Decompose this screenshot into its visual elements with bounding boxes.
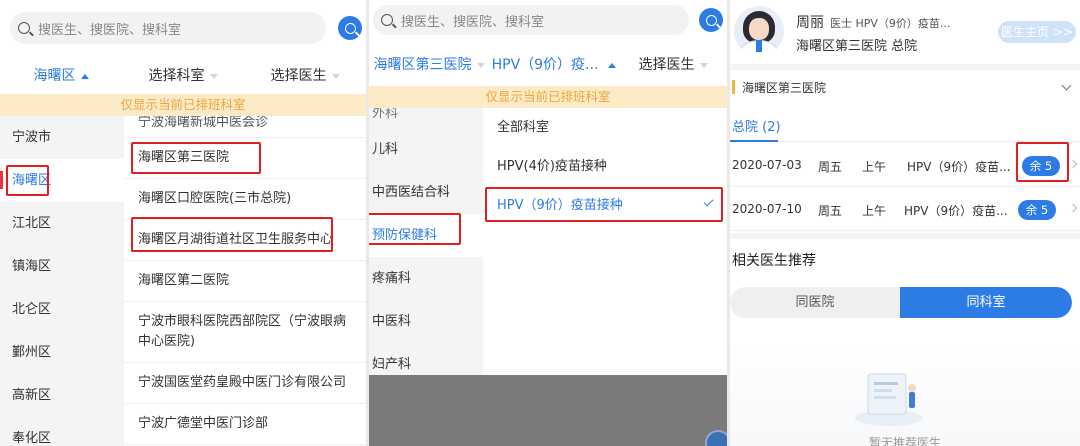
doctor-filter[interactable]: 选择医生 bbox=[619, 54, 727, 74]
hospital-item[interactable]: 宁波市眼科医院西部院区（宁波眼病中心医院) bbox=[124, 302, 366, 363]
hospital-dropdown[interactable]: 海曙区第三医院 bbox=[730, 70, 1080, 106]
same-hospital-tab[interactable]: 同医院 bbox=[730, 287, 900, 318]
highlight-box bbox=[1016, 142, 1069, 182]
dept-filter[interactable]: HPV（9价）疫... bbox=[489, 54, 619, 74]
caret-down-icon bbox=[331, 73, 340, 79]
dept-filter-label: HPV（9价）疫... bbox=[491, 57, 599, 73]
schedule-notice: 仅显示当前已排班科室 bbox=[0, 94, 366, 116]
doctor-filter[interactable]: 选择医生 bbox=[244, 65, 366, 85]
search-icon bbox=[705, 14, 717, 26]
subdepartment-item[interactable]: HPV(4价)疫苗接种 bbox=[483, 147, 727, 186]
filter-bar: 海曙区 选择科室 选择医生 bbox=[0, 56, 366, 94]
slot-item: HPV（9价）疫苗... bbox=[907, 160, 1011, 174]
slot-date: 2020-07-03 bbox=[732, 158, 802, 172]
caret-up-icon bbox=[80, 73, 89, 79]
hospital-dropdown-label: 海曙区第三医院 bbox=[742, 81, 827, 95]
filter-bar: 海曙区第三医院 HPV（9价）疫... 选择医生 bbox=[369, 45, 727, 83]
hospital-item[interactable]: 海曙区口腔医院(三市总院) bbox=[124, 179, 366, 220]
search-input[interactable]: 搜医生、搜医院、搜科室 bbox=[373, 5, 689, 35]
department-item[interactable]: 儿科 bbox=[369, 128, 483, 171]
recommend-title: 相关医生推荐 bbox=[732, 253, 816, 269]
highlight-box bbox=[485, 187, 723, 222]
panel-district-hospital-select: 搜医生、搜医院、搜科室 海曙区 选择科室 选择医生 仅显示当前已排班科室 宁波市… bbox=[0, 0, 366, 446]
district-filter[interactable]: 海曙区 bbox=[0, 65, 122, 85]
doctor-avatar bbox=[734, 6, 784, 56]
panel-doctor-schedule: 周丽 医士 HPV（9价）疫苗... 海曙区第三医院 总院 医生主页 >> 海曙区… bbox=[730, 0, 1080, 446]
empty-text: 暂无推荐医生 bbox=[868, 436, 941, 446]
hospital-item[interactable]: 宁波国医堂药皇殿中医门诊有限公司 bbox=[124, 363, 366, 404]
doctor-hospital: 海曙区第三医院 总院 bbox=[796, 39, 918, 54]
chevron-down-icon bbox=[1061, 80, 1072, 91]
district-item[interactable]: 北仑区 bbox=[0, 288, 124, 331]
search-input[interactable]: 搜医生、搜医院、搜科室 bbox=[10, 12, 326, 44]
same-dept-tab[interactable]: 同科室 bbox=[900, 287, 1072, 318]
search-row: 搜医生、搜医院、搜科室 bbox=[373, 5, 723, 39]
department-item[interactable]: 疼痛科 bbox=[369, 257, 483, 300]
search-row: 搜医生、搜医院、搜科室 bbox=[10, 12, 362, 46]
doctor-home-button[interactable]: 医生主页 >> bbox=[998, 21, 1076, 43]
department-item[interactable]: 中医科 bbox=[369, 300, 483, 343]
doctor-title: 医士 HPV（9价）疫苗... bbox=[830, 17, 951, 30]
department-item[interactable]: 中西医结合科 bbox=[369, 171, 483, 214]
district-item[interactable]: 鄞州区 bbox=[0, 331, 124, 374]
floating-assistant-icon[interactable] bbox=[705, 430, 727, 446]
highlight-box bbox=[131, 142, 261, 174]
district-item[interactable]: 江北区 bbox=[0, 202, 124, 245]
doctor-filter-label: 选择医生 bbox=[638, 57, 695, 73]
caret-down-icon bbox=[476, 62, 485, 68]
hospital-item[interactable]: 宁波海曙新城中医会诊 bbox=[124, 116, 366, 138]
dept-filter[interactable]: 选择科室 bbox=[122, 65, 244, 85]
slot-item: HPV（9价）疫苗... bbox=[904, 204, 1008, 218]
remaining-badge[interactable]: 余 5 bbox=[1018, 200, 1056, 220]
slot-weekday: 周五 bbox=[818, 160, 843, 174]
dept-filter-label: 选择科室 bbox=[148, 68, 205, 84]
hospital-item[interactable]: 海曙区第二医院 bbox=[124, 261, 366, 302]
search-icon bbox=[381, 14, 393, 26]
hospital-filter[interactable]: 海曙区第三医院 bbox=[369, 54, 489, 74]
subdepartment-item[interactable]: 全部科室 bbox=[483, 108, 727, 147]
doctor-name: 周丽 bbox=[796, 15, 824, 31]
doctor-name-line: 周丽 医士 HPV（9价）疫苗... bbox=[796, 12, 950, 32]
slot-period: 上午 bbox=[862, 204, 887, 218]
panel-department-select: 搜医生、搜医院、搜科室 海曙区第三医院 HPV（9价）疫... 选择医生 仅显示… bbox=[369, 0, 727, 446]
search-icon bbox=[344, 22, 356, 34]
tab-main-campus[interactable]: 总院 (2) bbox=[732, 116, 781, 135]
highlight-box bbox=[6, 165, 49, 196]
campus-tabs: 总院 (2) bbox=[730, 110, 1080, 142]
search-button[interactable] bbox=[338, 16, 362, 40]
department-item[interactable]: 外科 bbox=[369, 108, 483, 128]
doctor-filter-label: 选择医生 bbox=[270, 68, 327, 84]
schedule-slot[interactable]: 2020-07-10 周五 上午 HPV（9价）疫苗... 余 5 bbox=[730, 189, 1080, 231]
highlight-box bbox=[131, 217, 333, 252]
search-icon bbox=[18, 22, 30, 34]
hospital-filter-label: 海曙区第三医院 bbox=[373, 57, 472, 73]
caret-up-icon bbox=[608, 62, 617, 68]
search-button[interactable] bbox=[699, 8, 723, 32]
district-filter-label: 海曙区 bbox=[33, 68, 76, 84]
search-placeholder: 搜医生、搜医院、搜科室 bbox=[38, 22, 182, 38]
caret-down-icon bbox=[699, 62, 708, 68]
recommend-toggle: 同医院 同科室 bbox=[730, 287, 1072, 318]
dim-overlay[interactable] bbox=[369, 375, 727, 446]
search-placeholder: 搜医生、搜医院、搜科室 bbox=[401, 14, 545, 30]
district-item[interactable]: 奉化区 bbox=[0, 417, 124, 446]
tab-underline bbox=[730, 140, 778, 142]
caret-down-icon bbox=[209, 73, 218, 79]
section-divider bbox=[730, 233, 1080, 239]
empty-state: 暂无推荐医生 bbox=[730, 340, 1080, 446]
district-item[interactable]: 高新区 bbox=[0, 374, 124, 417]
empty-illustration-icon bbox=[855, 373, 923, 426]
district-item[interactable]: 宁波市 bbox=[0, 116, 124, 159]
district-item[interactable]: 镇海区 bbox=[0, 245, 124, 288]
chevron-right-icon bbox=[1068, 159, 1078, 169]
slot-weekday: 周五 bbox=[818, 204, 843, 218]
schedule-notice: 仅显示当前已排班科室 bbox=[369, 86, 727, 108]
chevron-right-icon bbox=[1068, 203, 1078, 213]
highlight-box bbox=[369, 213, 461, 245]
slot-date: 2020-07-10 bbox=[732, 202, 802, 216]
slot-period: 上午 bbox=[862, 160, 887, 174]
hospital-item[interactable]: 宁波广德堂中医门诊部 bbox=[124, 404, 366, 445]
